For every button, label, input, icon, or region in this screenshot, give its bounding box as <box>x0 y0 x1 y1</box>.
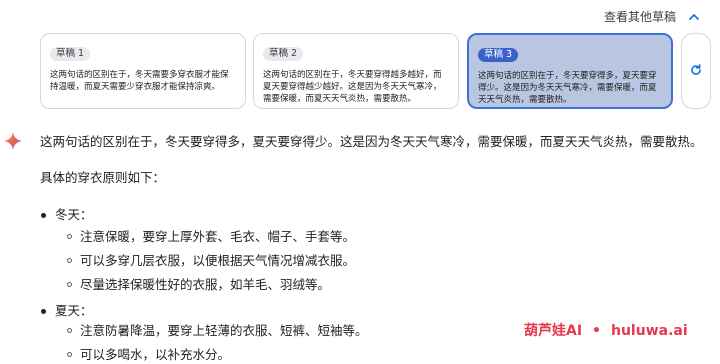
bullet-icon <box>41 213 46 218</box>
response-body: 这两句话的区别在于，冬天要穿得多，夏天要穿得少。这是因为冬天天气寒冷，需要保暖，… <box>40 133 710 362</box>
draft-card-2[interactable]: 草稿 2 这两句话的区别在于，冬天要穿得越多越好，而夏天要穿得越少越好。这是因为… <box>253 33 459 109</box>
watermark-brand: 葫芦娃AI <box>524 323 583 339</box>
list-item-text: 注意防暑降温，要穿上轻薄的衣服、短裤、短袖等。 <box>80 323 368 338</box>
view-drafts-toggle[interactable]: 查看其他草稿 <box>604 8 702 25</box>
list-item-text: 可以多穿几层衣服，以便根据天气情况增减衣服。 <box>80 253 356 268</box>
list-item: 夏天： <box>41 302 93 320</box>
list-item: 尽量选择保暖性好的衣服，如羊毛、羽绒等。 <box>67 276 331 294</box>
list-item: 注意防暑降温，要穿上轻薄的衣服、短裤、短袖等。 <box>67 322 368 340</box>
section-title: 夏天： <box>55 303 93 318</box>
sub-bullet-icon <box>67 352 72 357</box>
draft-card-3[interactable]: 草稿 3 这两句话的区别在于，冬天要穿得多，夏天要穿得少。这是因为冬天天气寒冷，… <box>467 33 673 109</box>
list-item-text: 尽量选择保暖性好的衣服，如羊毛、羽绒等。 <box>80 277 331 292</box>
list-item: 可以多穿几层衣服，以便根据天气情况增减衣服。 <box>67 252 356 270</box>
view-drafts-label[interactable]: 查看其他草稿 <box>604 8 676 25</box>
draft-text: 这两句话的区别在于，冬天需要多穿衣服才能保持温暖，而夏天需要少穿衣服才能保持凉爽… <box>50 70 229 92</box>
watermark-separator: • <box>592 323 601 339</box>
list-item: 注意保暖，要穿上厚外套、毛衣、帽子、手套等。 <box>67 228 356 246</box>
section-title: 冬天： <box>55 207 93 222</box>
draft-label: 草稿 3 <box>478 48 519 62</box>
sub-bullet-icon <box>67 258 72 263</box>
watermark: 葫芦娃AI • huluwa.ai <box>524 320 688 340</box>
refresh-icon[interactable] <box>689 62 703 81</box>
list-item-text: 注意保暖，要穿上厚外套、毛衣、帽子、手套等。 <box>80 229 356 244</box>
response-paragraph: 这两句话的区别在于，冬天要穿得多，夏天要穿得少。这是因为冬天天气寒冷，需要保暖，… <box>40 134 703 149</box>
list-item-text: 可以多喝水，以补充水分。 <box>80 347 231 362</box>
draft-label: 草稿 2 <box>263 47 304 61</box>
sub-bullet-icon <box>67 328 72 333</box>
bullet-icon <box>41 309 46 314</box>
sub-bullet-icon <box>67 282 72 287</box>
response-paragraph: 具体的穿衣原则如下： <box>40 170 166 185</box>
watermark-url: huluwa.ai <box>611 323 688 339</box>
list-item: 冬天： <box>41 206 93 224</box>
draft-text: 这两句话的区别在于，冬天要穿得多，夏天要穿得少。这是因为冬天天气寒冷，需要保暖，… <box>478 71 657 105</box>
draft-card-1[interactable]: 草稿 1 这两句话的区别在于，冬天需要多穿衣服才能保持温暖，而夏天需要少穿衣服才… <box>40 33 246 109</box>
draft-text: 这两句话的区别在于，冬天要穿得越多越好，而夏天要穿得越少越好。这是因为冬天天气寒… <box>263 70 442 104</box>
sub-bullet-icon <box>67 234 72 239</box>
chevron-up-icon[interactable] <box>686 9 702 25</box>
regenerate-drafts-button[interactable] <box>681 33 711 109</box>
draft-label: 草稿 1 <box>50 47 91 61</box>
sparkle-icon <box>3 131 23 151</box>
list-item: 可以多喝水，以补充水分。 <box>67 346 231 364</box>
